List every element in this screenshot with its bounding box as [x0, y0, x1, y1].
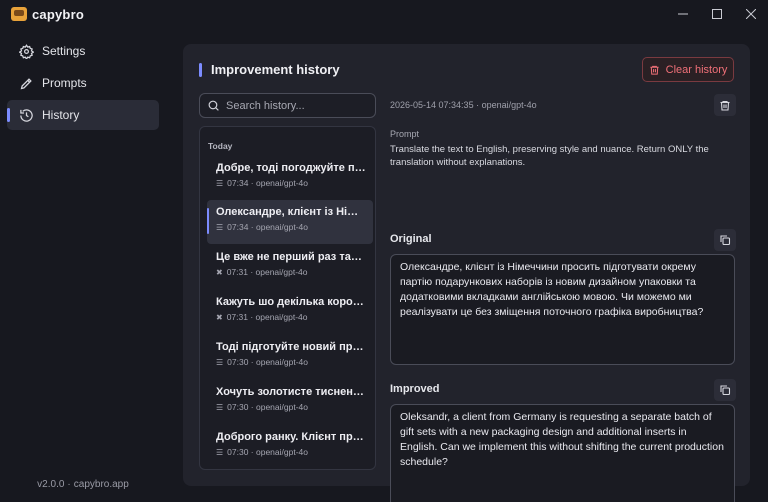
- history-item[interactable]: Це вже не перший раз така… ✖ 07:31 · open…: [207, 245, 373, 289]
- x-icon: ✖: [216, 267, 223, 277]
- sidebar-footer: v2.0.0 · capybro.app: [37, 479, 129, 490]
- history-item[interactable]: Доброго ранку. Клієнт прос… ☰ 07:30 · ope…: [207, 425, 373, 469]
- prompt-label: Prompt: [390, 129, 420, 139]
- maximize-button[interactable]: [700, 0, 734, 28]
- sidebar-item-label: Settings: [42, 44, 86, 58]
- history-list: Today Добре, тоді погоджуйте пер… ☰ 07:34…: [199, 126, 376, 470]
- list-icon: ☰: [216, 357, 224, 367]
- sidebar-item-label: History: [42, 108, 80, 122]
- app-version: v2.0.0: [37, 479, 65, 490]
- history-item[interactable]: Кажуть шо декілька коробо… ✖ 07:31 · open…: [207, 290, 373, 334]
- maximize-icon: [712, 9, 722, 19]
- history-item-meta: 07:30 · openai/gpt-4o: [227, 402, 308, 412]
- minimize-icon: [678, 13, 688, 15]
- history-item-title: Хочуть золотисте тиснення…: [216, 386, 366, 398]
- close-icon: [746, 9, 756, 19]
- clear-history-button[interactable]: Clear history: [642, 57, 734, 82]
- search-input[interactable]: [226, 99, 366, 112]
- copy-improved-button[interactable]: [714, 379, 736, 401]
- title-accent-bar: [199, 62, 202, 77]
- history-item-title: Кажуть шо декілька коробо…: [216, 296, 366, 308]
- history-panel: Improvement history Clear history Today …: [183, 44, 750, 502]
- history-item[interactable]: Тоді підготуйте новий прора… ☰07:30 · op…: [207, 335, 373, 379]
- history-item-title: Добре, тоді погоджуйте пер…: [216, 162, 366, 174]
- detail-header: 2026-05-14 07:34:35 · openai/gpt-4o: [390, 94, 736, 116]
- pen-icon: [18, 75, 34, 91]
- copy-icon: [720, 235, 731, 246]
- history-item-meta: 07:34 · openai/gpt-4o: [227, 178, 308, 188]
- original-label: Original: [390, 233, 432, 245]
- detail-timestamp: 2026-05-14 07:34:35 · openai/gpt-4o: [390, 100, 537, 110]
- history-item-title: Це вже не перший раз така…: [216, 251, 366, 263]
- history-item-meta: 07:30 · openai/gpt-4o: [227, 357, 308, 367]
- improved-label: Improved: [390, 383, 440, 395]
- trash-icon: [720, 100, 730, 111]
- page-title: Improvement history: [211, 62, 340, 77]
- minimize-button[interactable]: [666, 0, 700, 28]
- app-name: capybro: [32, 6, 84, 22]
- group-label-today: Today: [208, 141, 233, 151]
- list-icon: ☰: [216, 447, 224, 457]
- list-icon: ☰: [216, 222, 224, 232]
- x-icon: ✖: [216, 312, 223, 322]
- history-item-title: Тоді підготуйте новий прора…: [216, 341, 366, 353]
- history-item-title: Олександре, клієнт із Німеч…: [216, 206, 366, 218]
- close-window-button[interactable]: [734, 0, 768, 28]
- window-controls: [666, 0, 768, 28]
- search-box: [199, 93, 376, 118]
- app-logo: capybro: [11, 7, 84, 22]
- copy-original-button[interactable]: [714, 229, 736, 251]
- app-site-link[interactable]: capybro.app: [74, 479, 129, 490]
- search-icon: [208, 100, 219, 111]
- list-icon: ☰: [216, 402, 224, 412]
- sidebar-item-label: Prompts: [42, 76, 87, 90]
- improved-text-area[interactable]: Oleksandr, a client from Germany is requ…: [390, 404, 735, 502]
- history-item[interactable]: Хочуть золотисте тиснення… ☰ 07:30 · open…: [207, 380, 373, 424]
- history-item-title: Доброго ранку. Клієнт прос…: [216, 431, 366, 443]
- clear-history-label: Clear history: [665, 63, 728, 76]
- history-item-meta: 07:31 · openai/gpt-4o: [226, 312, 308, 322]
- history-item[interactable]: Добре, тоді погоджуйте пер… ☰ 07:34 · ope…: [207, 156, 373, 200]
- list-icon: ☰: [216, 178, 224, 188]
- capybara-logo-icon: [11, 7, 27, 21]
- history-item-selected[interactable]: Олександре, клієнт із Німеч… ☰ 07:34 · op…: [207, 200, 373, 244]
- sidebar-item-prompts[interactable]: Prompts: [7, 68, 159, 98]
- history-item-meta: 07:30 · openai/gpt-4o: [227, 447, 308, 457]
- history-item-meta: 07:31 · openai/gpt-4o: [226, 267, 308, 277]
- title-bar: capybro: [0, 0, 768, 28]
- gear-icon: [18, 43, 34, 59]
- sidebar-item-settings[interactable]: Settings: [7, 36, 159, 66]
- prompt-text: Translate the text to English, preservin…: [390, 144, 709, 168]
- history-icon: [18, 107, 34, 123]
- sidebar: Settings Prompts History v2.0.0 · capybro.…: [0, 28, 166, 502]
- panel-header: Improvement history: [199, 62, 340, 77]
- history-item-meta: 07:34 · openai/gpt-4o: [227, 222, 308, 232]
- original-text-area[interactable]: Олександре, клієнт із Німеччини просить …: [390, 254, 735, 365]
- history-detail: 2026-05-14 07:34:35 · openai/gpt-4o Prom…: [390, 94, 736, 502]
- delete-entry-button[interactable]: [714, 94, 736, 116]
- copy-icon: [720, 385, 731, 396]
- trash-icon: [650, 65, 659, 75]
- sidebar-item-history[interactable]: History: [7, 100, 159, 130]
